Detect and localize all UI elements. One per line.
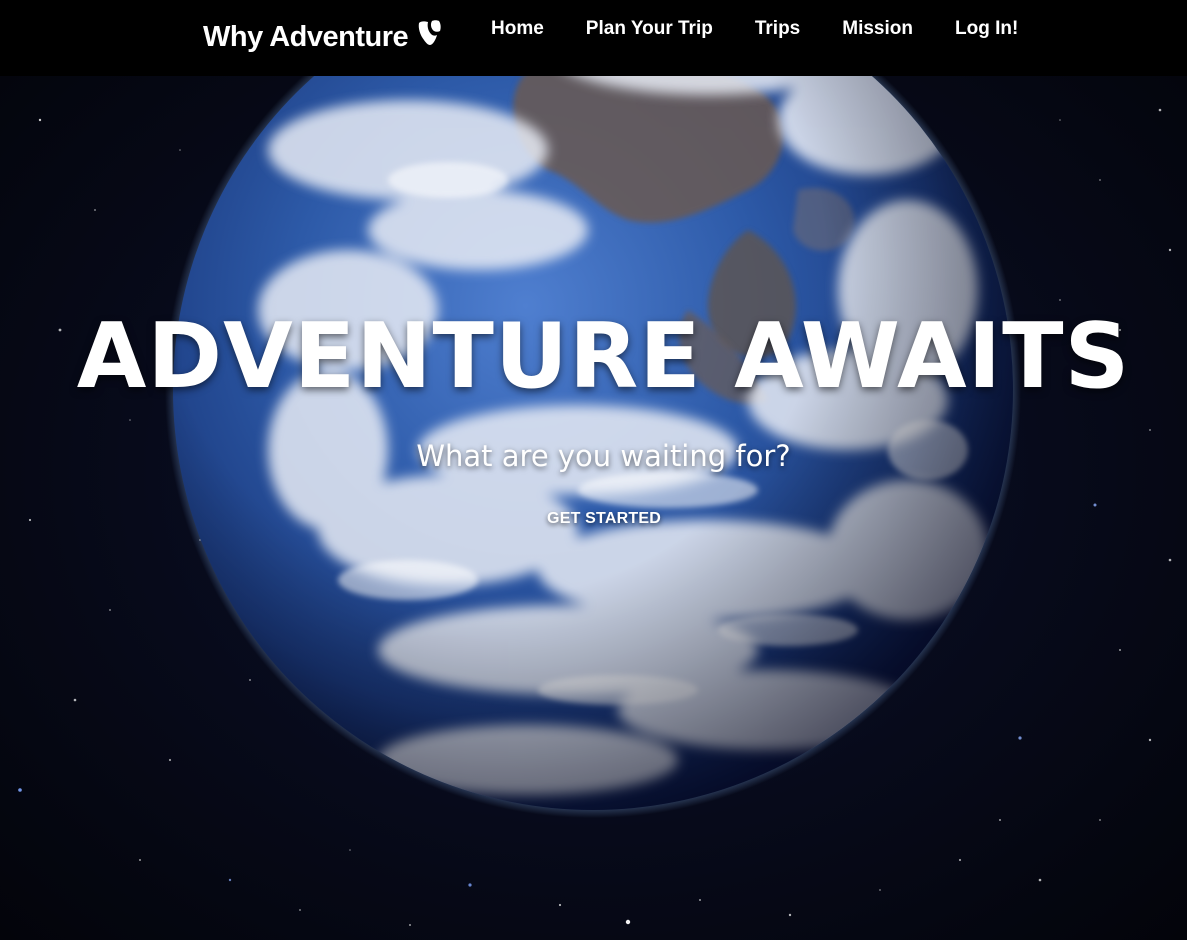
nav-item-log-in: Log In! bbox=[955, 14, 1060, 44]
nav-link-log-in[interactable]: Log In! bbox=[955, 14, 1018, 44]
nav-item-mission: Mission bbox=[842, 14, 955, 44]
page: Why Adventure Home Plan Your Trip Trips … bbox=[0, 0, 1187, 940]
nav-item-home: Home bbox=[491, 14, 586, 44]
hero-title: ADVENTURE AWAITS bbox=[76, 304, 1131, 409]
brand-name: Why Adventure bbox=[203, 20, 409, 53]
top-navbar: Why Adventure Home Plan Your Trip Trips … bbox=[0, 0, 1187, 76]
typo3-logo-icon bbox=[417, 20, 443, 48]
get-started-button[interactable]: GET STARTED bbox=[540, 504, 668, 534]
nav-link-trips[interactable]: Trips bbox=[755, 14, 800, 44]
nav-item-plan-your-trip: Plan Your Trip bbox=[586, 14, 755, 44]
nav-link-plan-your-trip[interactable]: Plan Your Trip bbox=[586, 14, 713, 44]
nav-link-home[interactable]: Home bbox=[491, 14, 544, 44]
brand-link[interactable]: Why Adventure bbox=[203, 17, 443, 57]
hero-subtitle: What are you waiting for? bbox=[416, 439, 791, 473]
nav-item-trips: Trips bbox=[755, 14, 842, 44]
hero-section: ADVENTURE AWAITS What are you waiting fo… bbox=[0, 76, 1187, 940]
nav-link-mission[interactable]: Mission bbox=[842, 14, 913, 44]
main-nav: Home Plan Your Trip Trips Mission Log In… bbox=[491, 14, 1060, 44]
